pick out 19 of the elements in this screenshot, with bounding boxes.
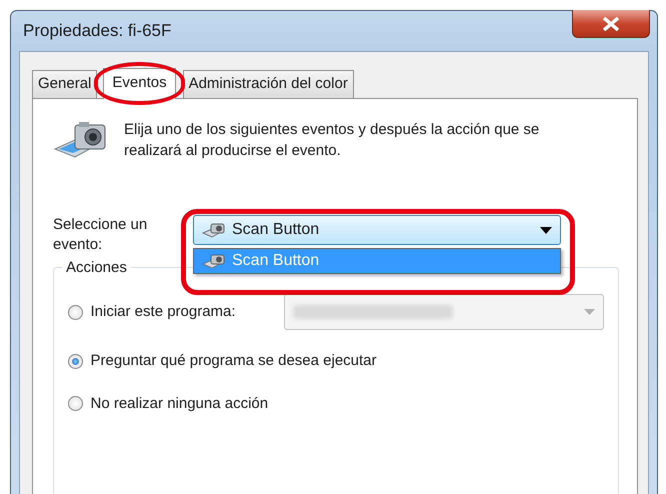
event-label: Seleccione un evento:	[53, 215, 148, 255]
event-dropdown[interactable]: Scan Button	[193, 215, 561, 245]
radio-label[interactable]: Preguntar qué programa se desea ejecutar	[90, 350, 377, 372]
dropdown-arrow-icon	[584, 309, 595, 315]
dropdown-arrow-icon	[540, 226, 552, 234]
radio-label[interactable]: No realizar ninguna acción	[90, 392, 268, 415]
radio-label[interactable]: Iniciar este programa:	[90, 300, 236, 324]
tab[interactable]: Administración del color	[182, 70, 354, 98]
radio-button[interactable]	[68, 304, 83, 320]
close-icon	[602, 16, 620, 30]
radio-button[interactable]	[68, 354, 83, 369]
description-text: Elija uno de los siguientes eventos y después la acción que se realizará al producirse el evento.	[124, 120, 540, 161]
radio-button[interactable]	[68, 396, 83, 412]
scanner-icon	[202, 253, 226, 269]
window-title: Propiedades: fi-65F	[23, 20, 172, 42]
close-button[interactable]	[572, 10, 650, 38]
tab[interactable]: Eventos	[103, 68, 176, 99]
scanner-icon	[202, 222, 226, 238]
tab[interactable]: General	[32, 70, 98, 98]
